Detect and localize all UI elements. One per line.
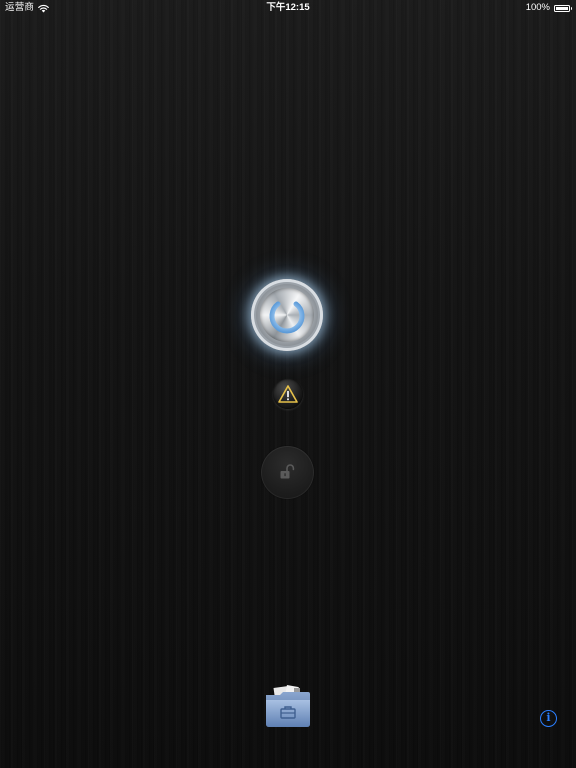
status-time: 下午12:15: [266, 2, 310, 13]
toolbox-folder-icon: [266, 685, 310, 727]
battery-icon: [554, 4, 572, 12]
warning-icon: [278, 385, 298, 403]
battery-percent: 100%: [525, 2, 550, 13]
power-button[interactable]: [251, 279, 323, 351]
power-icon: [269, 294, 305, 334]
warning-button[interactable]: [273, 379, 303, 409]
status-bar: 运营商 下午12:15 100%: [0, 0, 576, 16]
unlocked-padlock-icon: [280, 464, 295, 479]
battery-group: 100%: [525, 0, 572, 16]
lock-button[interactable]: [261, 446, 314, 499]
info-button[interactable]: i: [540, 710, 557, 727]
battery-fill: [556, 6, 568, 10]
toolbox-folder-button[interactable]: [264, 684, 312, 730]
